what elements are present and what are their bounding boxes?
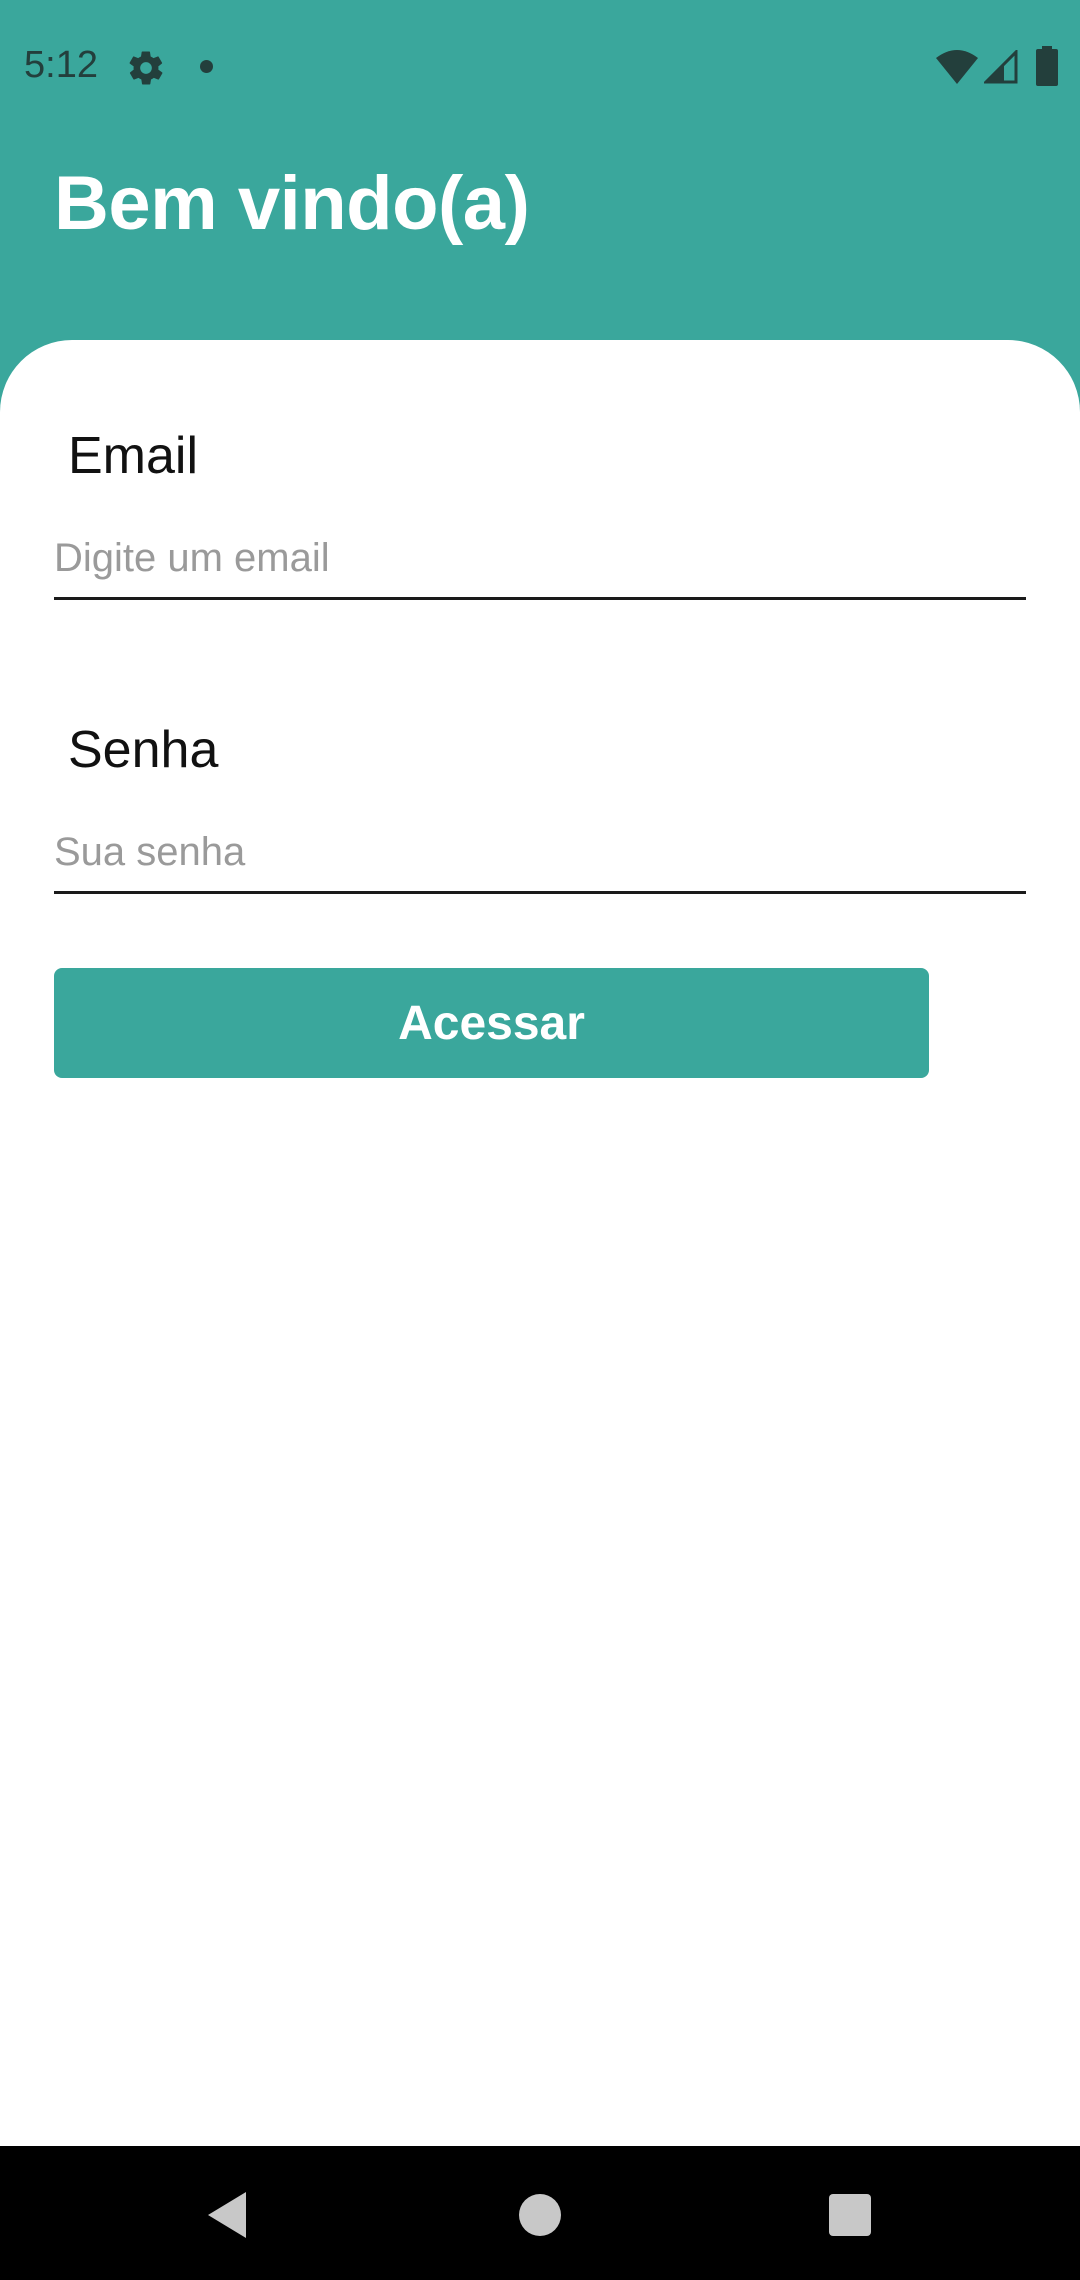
access-button[interactable]: Acessar — [54, 968, 929, 1078]
notification-dot-icon — [200, 60, 213, 73]
wifi-icon — [936, 50, 978, 84]
signal-icon — [984, 50, 1018, 84]
password-field[interactable] — [54, 814, 1026, 894]
recents-icon[interactable] — [829, 2194, 871, 2236]
navigation-bar — [0, 2146, 1080, 2280]
email-label: Email — [68, 427, 199, 485]
email-field[interactable] — [54, 520, 1026, 600]
home-icon[interactable] — [519, 2194, 561, 2236]
page-title: Bem vindo(a) — [54, 161, 530, 246]
back-icon[interactable] — [204, 2190, 250, 2240]
gear-icon — [129, 51, 163, 85]
battery-icon — [1036, 46, 1058, 86]
login-card: Email Senha — [0, 340, 1080, 2146]
status-bar: 5:12 — [0, 0, 1080, 136]
status-time: 5:12 — [24, 44, 98, 86]
password-label: Senha — [68, 721, 219, 779]
